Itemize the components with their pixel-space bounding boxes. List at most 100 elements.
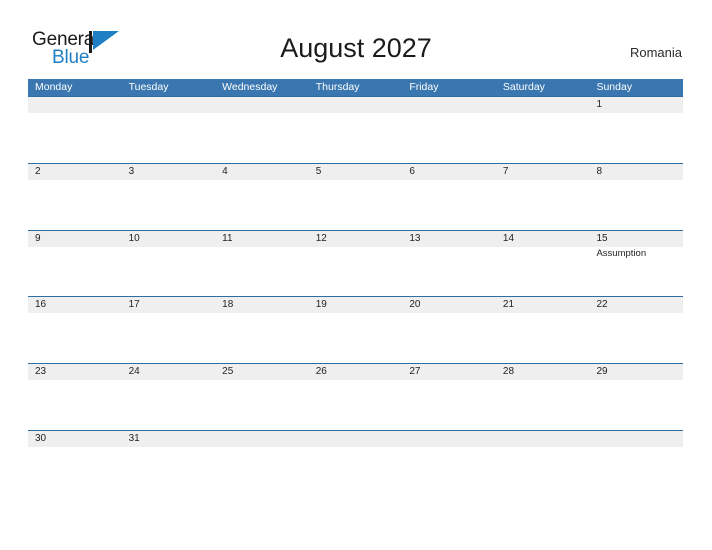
day-cell-26[interactable]: 26 xyxy=(308,364,403,430)
day-cell-17[interactable]: 17 xyxy=(121,297,216,363)
day-cell-empty xyxy=(308,97,403,163)
country-label: Romania xyxy=(629,45,682,60)
day-cell-8[interactable]: 8 xyxy=(589,163,684,230)
day-number: 27 xyxy=(409,366,421,378)
day-cell-empty xyxy=(121,97,216,163)
day-number-band xyxy=(589,97,684,113)
day-cell-empty xyxy=(28,97,122,163)
day-cell-21[interactable]: 21 xyxy=(495,297,590,363)
weekday-header-friday: Friday xyxy=(409,81,439,93)
calendar-grid: Monday Tuesday Wednesday Thursday Friday Satu… xyxy=(28,79,684,461)
day-cell-9[interactable]: 9 xyxy=(28,230,122,297)
weekday-header-wednesday: Wednesday xyxy=(222,81,278,93)
day-cell-12[interactable]: 12 xyxy=(308,230,403,297)
day-number-band xyxy=(402,97,496,113)
day-cell-7[interactable]: 7 xyxy=(495,163,590,230)
week-cells: 30 31 xyxy=(28,430,684,461)
weekday-header-saturday: Saturday xyxy=(502,81,545,93)
day-cell-11[interactable]: 11 xyxy=(215,230,309,297)
day-number-band xyxy=(215,97,309,113)
day-cell-16[interactable]: 16 xyxy=(28,297,122,363)
day-number: 26 xyxy=(315,366,327,378)
day-cell-29[interactable]: 29 xyxy=(589,364,684,430)
day-number-band xyxy=(215,430,309,447)
day-number: 21 xyxy=(502,299,515,311)
day-number: 25 xyxy=(222,366,234,378)
day-cell-25[interactable]: 25 xyxy=(215,364,309,430)
day-cell-18[interactable]: 18 xyxy=(215,297,309,363)
calendar-week-row: 30 31 xyxy=(28,429,684,461)
week-cells: 1 xyxy=(28,97,684,163)
day-number: 3 xyxy=(128,165,135,177)
day-cell-24[interactable]: 24 xyxy=(121,364,216,430)
day-cell-empty xyxy=(308,430,403,461)
day-cell-empty xyxy=(402,430,496,461)
day-cell-10[interactable]: 10 xyxy=(121,230,216,297)
day-number: 20 xyxy=(409,299,421,311)
day-number: 28 xyxy=(502,366,515,378)
week-cells: 23 24 25 26 27 28 29 xyxy=(28,364,684,430)
day-number-band xyxy=(28,97,122,113)
day-cell-31[interactable]: 31 xyxy=(121,430,216,461)
day-number-band xyxy=(495,430,590,447)
day-number: 18 xyxy=(222,299,234,311)
calendar-page: General Blue August 2027 Romania Monday T… xyxy=(0,0,712,550)
day-number-band xyxy=(121,163,216,180)
weekday-header-thursday: Thursday xyxy=(315,81,360,93)
day-number: 11 xyxy=(222,232,233,244)
day-cell-27[interactable]: 27 xyxy=(402,364,496,430)
day-cell-22[interactable]: 22 xyxy=(589,297,684,363)
calendar-week-row: 2 3 4 5 6 7 8 xyxy=(28,162,684,230)
day-number: 10 xyxy=(128,232,140,244)
day-cell-13[interactable]: 13 xyxy=(402,230,496,297)
day-number: 5 xyxy=(315,165,322,177)
day-number: 24 xyxy=(128,366,140,378)
day-number-band xyxy=(589,430,684,447)
day-cell-empty xyxy=(402,97,496,163)
page-header: General Blue August 2027 Romania xyxy=(0,0,712,78)
weekday-header-monday: Monday xyxy=(35,81,73,93)
day-number: 9 xyxy=(35,232,41,244)
day-number: 29 xyxy=(596,366,608,378)
day-number: 31 xyxy=(128,432,140,444)
day-number: 30 xyxy=(35,432,47,444)
calendar-week-row: 9 10 11 12 13 14 15 Assumption xyxy=(28,229,684,297)
day-cell-empty xyxy=(495,430,590,461)
day-cell-1[interactable]: 1 xyxy=(589,97,684,163)
day-cell-23[interactable]: 23 xyxy=(28,364,122,430)
week-cells: 2 3 4 5 6 7 8 xyxy=(28,163,684,230)
weekday-header-row: Monday Tuesday Wednesday Thursday Friday Satu… xyxy=(28,79,683,96)
day-cell-5[interactable]: 5 xyxy=(308,163,403,230)
holiday-label: Assumption xyxy=(596,247,647,259)
calendar-week-row: 16 17 18 19 20 21 22 xyxy=(28,296,684,363)
day-cell-15[interactable]: 15 Assumption xyxy=(589,230,684,297)
calendar-week-row: 23 24 25 26 27 28 29 xyxy=(28,363,684,430)
day-cell-20[interactable]: 20 xyxy=(402,297,496,363)
day-cell-3[interactable]: 3 xyxy=(121,163,216,230)
day-cell-empty xyxy=(215,430,309,461)
day-number-band xyxy=(308,430,403,447)
day-cell-2[interactable]: 2 xyxy=(28,163,122,230)
day-number-band xyxy=(28,230,122,247)
day-cell-28[interactable]: 28 xyxy=(495,364,590,430)
day-cell-6[interactable]: 6 xyxy=(402,163,496,230)
day-number-band xyxy=(308,97,403,113)
day-number: 7 xyxy=(502,165,509,177)
day-cell-empty xyxy=(215,97,309,163)
day-number: 16 xyxy=(35,299,47,311)
calendar-week-rows: 1 2 3 4 5 6 7 8 9 10 11 12 13 14 15 Assumption 16 17 18 19 2… xyxy=(28,96,684,461)
day-cell-19[interactable]: 19 xyxy=(308,297,403,363)
day-number: 8 xyxy=(596,165,603,177)
day-cell-empty xyxy=(495,97,590,163)
day-number: 17 xyxy=(128,299,140,311)
day-number-band xyxy=(308,163,403,180)
day-cell-4[interactable]: 4 xyxy=(215,163,309,230)
day-number-band xyxy=(589,163,684,180)
day-cell-30[interactable]: 30 xyxy=(28,430,122,461)
weekday-header-tuesday: Tuesday xyxy=(128,81,169,93)
day-cell-14[interactable]: 14 xyxy=(495,230,590,297)
day-number: 22 xyxy=(596,299,608,311)
day-number: 6 xyxy=(409,165,415,177)
day-number: 12 xyxy=(315,232,327,244)
day-number-band xyxy=(495,97,590,113)
